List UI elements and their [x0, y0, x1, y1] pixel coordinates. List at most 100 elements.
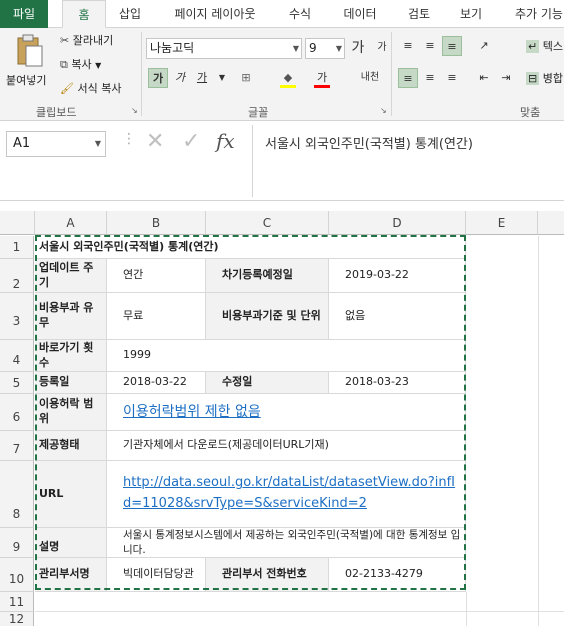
cut-button[interactable]: ✂ 잘라내기 [60, 32, 113, 48]
cell-a6[interactable]: 이용허락 범위 [35, 394, 107, 431]
cell-b3[interactable]: 무료 [107, 293, 206, 340]
tab-insert[interactable]: 삽입 [110, 0, 150, 28]
align-center-icon[interactable]: ≡ [420, 68, 440, 88]
cell-a7[interactable]: 제공형태 [35, 431, 107, 461]
cell-c2[interactable]: 차기등록예정일 [206, 259, 329, 293]
align-bottom-icon[interactable]: ≡ [442, 36, 462, 56]
column-header-c[interactable]: C [206, 211, 329, 235]
row-header-8[interactable]: 8 [0, 461, 34, 528]
cell-a2[interactable]: 업데이트 주기 [35, 259, 107, 293]
cell-c5[interactable]: 수정일 [206, 372, 329, 394]
cancel-icon[interactable]: ✕ [146, 129, 164, 154]
row-header-12[interactable]: 12 [0, 612, 34, 626]
cell-b4[interactable]: 1999 [107, 340, 466, 372]
fill-color-button[interactable]: ◆ [278, 68, 298, 88]
cell-a10[interactable]: 관리부서명 [35, 558, 107, 592]
align-top-icon[interactable]: ≡ [398, 36, 418, 56]
row-header-9[interactable]: 9 [0, 528, 34, 558]
cell-b7[interactable]: 기관자체에서 다운로드(제공데이터URL기재) [107, 431, 466, 461]
row-header-1[interactable]: 1 [0, 236, 34, 259]
tab-addins[interactable]: 추가 기능 [504, 0, 564, 28]
name-box[interactable]: A1 ▼ [6, 131, 106, 157]
row-header-2[interactable]: 2 [0, 259, 34, 293]
shrink-font-label: 가 [377, 42, 387, 53]
row-header-7[interactable]: 7 [0, 431, 34, 461]
font-size-select[interactable]: 9 ▼ [305, 38, 345, 59]
shrink-font-button[interactable]: 가 [372, 38, 392, 58]
wrap-text-button[interactable]: ↵ 텍스 [526, 38, 563, 54]
cell-a8[interactable]: URL [35, 461, 107, 528]
italic-button[interactable]: 가 [170, 68, 190, 88]
font-color-button[interactable]: 가 [312, 68, 332, 88]
cell-c3[interactable]: 비용부과기준 및 단위 [206, 293, 329, 340]
decrease-indent-icon[interactable]: ⇤ [474, 68, 494, 88]
select-all-corner[interactable] [0, 211, 35, 235]
merge-center-button[interactable]: ⊟ 병합 [526, 70, 563, 86]
format-painter-button[interactable]: 🖌 서식 복사 [60, 80, 121, 96]
orientation-icon[interactable]: ↗ [474, 36, 494, 56]
column-header-f[interactable] [538, 211, 564, 235]
copy-label: 복사 [71, 58, 92, 71]
tab-page-layout[interactable]: 페이지 레이아웃 [162, 0, 268, 28]
dialog-launcher-icon[interactable]: ↘ [380, 106, 387, 115]
chevron-down-icon[interactable]: ▼ [212, 68, 232, 88]
cell-a1-title[interactable]: 서울시 외국인주민(국적별) 통계(연간) [35, 236, 466, 259]
brush-icon: 🖌 [60, 82, 74, 95]
cell-b2[interactable]: 연간 [107, 259, 206, 293]
column-header-d[interactable]: D [329, 211, 466, 235]
cell-b10[interactable]: 빅데이터담당관 [107, 558, 206, 592]
align-right-icon[interactable]: ≡ [442, 68, 462, 88]
font-name-select[interactable]: 나눔고딕 ▼ [146, 38, 302, 59]
underline-label: 가 [196, 71, 208, 84]
align-left-icon[interactable]: ≡ [398, 68, 418, 88]
row-header-6[interactable]: 6 [0, 394, 34, 431]
cell-d2[interactable]: 2019-03-22 [329, 259, 466, 293]
tab-review[interactable]: 검토 [398, 0, 440, 28]
align-middle-icon[interactable]: ≡ [420, 36, 440, 56]
tab-formulas[interactable]: 수식 [278, 0, 322, 28]
row-header-10[interactable]: 10 [0, 558, 34, 592]
tab-home[interactable]: 홈 [62, 0, 106, 28]
row-header-11[interactable]: 11 [0, 592, 34, 612]
enter-icon[interactable]: ✓ [182, 129, 200, 154]
phonetic-button[interactable]: 내천 [356, 68, 384, 88]
copy-button[interactable]: ⧉ 복사 ▼ [60, 56, 101, 72]
column-header-a[interactable]: A [35, 211, 107, 235]
formula-bar-grip[interactable]: ⋮ [122, 131, 136, 147]
clipboard-group-label: 클립보드 [36, 106, 77, 119]
tab-view[interactable]: 보기 [450, 0, 492, 28]
column-header-b[interactable]: B [107, 211, 206, 235]
cell-a3[interactable]: 비용부과 유무 [35, 293, 107, 340]
insert-function-button[interactable]: fx [216, 129, 235, 153]
border-icon[interactable]: ⊞ [236, 68, 256, 88]
tab-file[interactable]: 파일 [0, 0, 48, 28]
row-header-5[interactable]: 5 [0, 372, 34, 394]
formula-input[interactable]: 서울시 외국인주민(국적별) 통계(연간) [252, 125, 564, 197]
cell-a9[interactable]: 설명 [35, 528, 107, 558]
bold-button[interactable]: 가 [148, 68, 168, 88]
column-header-e[interactable]: E [466, 211, 538, 235]
tab-data[interactable]: 데이터 [332, 0, 388, 28]
row-11-gridline [35, 611, 564, 612]
row-header-3[interactable]: 3 [0, 293, 34, 340]
dialog-launcher-icon[interactable]: ↘ [131, 106, 138, 115]
paste-button[interactable]: 붙여넣기 [6, 32, 50, 98]
paste-icon [17, 34, 43, 67]
cell-c10[interactable]: 관리부서 전화번호 [206, 558, 329, 592]
cell-d5[interactable]: 2018-03-23 [329, 372, 466, 394]
cell-b6[interactable]: 이용허락범위 제한 없음 [107, 394, 466, 431]
increase-indent-icon[interactable]: ⇥ [496, 68, 516, 88]
dataset-url-link[interactable]: http://data.seoul.go.kr/dataList/dataset… [123, 473, 461, 515]
license-link[interactable]: 이용허락범위 제한 없음 [123, 403, 261, 422]
cell-b5[interactable]: 2018-03-22 [107, 372, 206, 394]
cell-b8[interactable]: http://data.seoul.go.kr/dataList/dataset… [107, 461, 466, 528]
cell-d10[interactable]: 02-2133-4279 [329, 558, 466, 592]
cell-a5[interactable]: 등록일 [35, 372, 107, 394]
row-header-4[interactable]: 4 [0, 340, 34, 372]
grow-font-button[interactable]: 가 [348, 38, 368, 58]
format-painter-label: 서식 복사 [77, 82, 122, 95]
cell-a4[interactable]: 바로가기 횟수 [35, 340, 107, 372]
cell-d3[interactable]: 없음 [329, 293, 466, 340]
underline-button[interactable]: 가 [192, 68, 212, 88]
cell-b9[interactable]: 서울시 통계정보시스템에서 제공하는 외국인주민(국적별)에 대한 통계정보 입… [107, 528, 466, 558]
